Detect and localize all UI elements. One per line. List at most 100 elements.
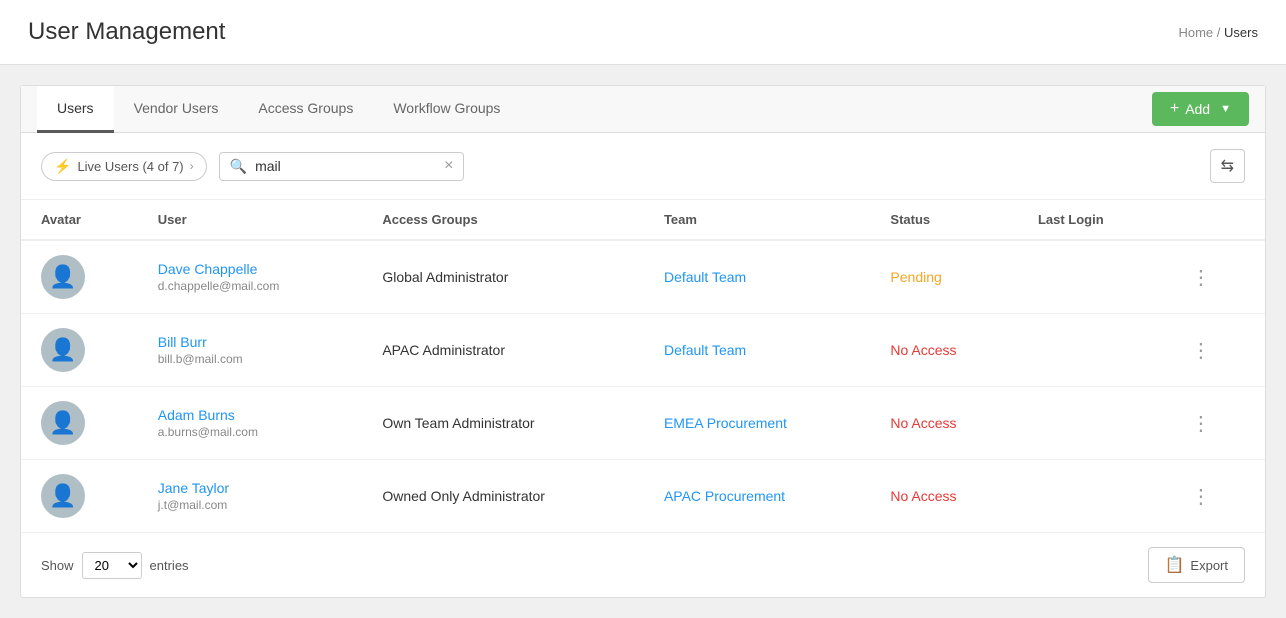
cell-access-group: APAC Administrator — [362, 314, 644, 387]
team-link[interactable]: Default Team — [664, 269, 746, 285]
clear-search-button[interactable]: × — [444, 158, 453, 174]
cell-actions: ⋮ — [1165, 240, 1265, 314]
entries-select[interactable]: 20 10 50 100 — [82, 552, 142, 579]
col-team: Team — [644, 200, 870, 240]
cell-team: APAC Procurement — [644, 460, 870, 533]
toolbar: ⚡ Live Users (4 of 7) › 🔍 × ⇆ — [21, 133, 1265, 200]
cell-status: Pending — [870, 240, 1018, 314]
col-last-login: Last Login — [1018, 200, 1165, 240]
user-avatar-icon: 👤 — [49, 410, 76, 436]
cell-last-login — [1018, 460, 1165, 533]
breadcrumb-current: Users — [1224, 25, 1258, 40]
search-icon: 🔍 — [230, 158, 247, 175]
tabs-list: Users Vendor Users Access Groups Workflo… — [37, 86, 520, 132]
user-avatar-icon: 👤 — [49, 483, 76, 509]
user-email: bill.b@mail.com — [158, 352, 343, 366]
col-avatar: Avatar — [21, 200, 138, 240]
main-content: Users Vendor Users Access Groups Workflo… — [20, 85, 1266, 598]
search-input[interactable] — [255, 158, 436, 174]
breadcrumb-home[interactable]: Home — [1178, 25, 1213, 40]
tab-vendor-users[interactable]: Vendor Users — [114, 86, 239, 133]
cell-avatar: 👤 — [21, 387, 138, 460]
avatar: 👤 — [41, 328, 85, 372]
cell-actions: ⋮ — [1165, 314, 1265, 387]
row-more-button[interactable]: ⋮ — [1185, 336, 1217, 365]
cell-team: Default Team — [644, 240, 870, 314]
cell-user: Adam Burns a.burns@mail.com — [138, 387, 363, 460]
live-users-label: Live Users (4 of 7) — [77, 159, 183, 174]
cell-avatar: 👤 — [21, 314, 138, 387]
cell-last-login — [1018, 387, 1165, 460]
tab-workflow-groups[interactable]: Workflow Groups — [373, 86, 520, 133]
tab-access-groups[interactable]: Access Groups — [238, 86, 373, 133]
cell-status: No Access — [870, 314, 1018, 387]
live-users-filter[interactable]: ⚡ Live Users (4 of 7) › — [41, 152, 207, 181]
avatar: 👤 — [41, 255, 85, 299]
row-more-button[interactable]: ⋮ — [1185, 482, 1217, 511]
table-row: 👤 Jane Taylor j.t@mail.com Owned Only Ad… — [21, 460, 1265, 533]
breadcrumb: Home / Users — [1178, 25, 1258, 40]
page-header: User Management Home / Users — [0, 0, 1286, 65]
cell-last-login — [1018, 240, 1165, 314]
user-name[interactable]: Adam Burns — [158, 407, 343, 423]
toolbar-left: ⚡ Live Users (4 of 7) › 🔍 × — [41, 152, 464, 181]
table-row: 👤 Dave Chappelle d.chappelle@mail.com Gl… — [21, 240, 1265, 314]
page-title: User Management — [28, 18, 225, 46]
user-email: d.chappelle@mail.com — [158, 279, 343, 293]
team-link[interactable]: EMEA Procurement — [664, 415, 787, 431]
export-button[interactable]: 📋 Export — [1148, 547, 1246, 583]
cell-user: Dave Chappelle d.chappelle@mail.com — [138, 240, 363, 314]
user-avatar-icon: 👤 — [49, 337, 76, 363]
col-user: User — [138, 200, 363, 240]
add-button[interactable]: + Add ▼ — [1152, 92, 1249, 126]
col-status: Status — [870, 200, 1018, 240]
cell-avatar: 👤 — [21, 240, 138, 314]
table-row: 👤 Adam Burns a.burns@mail.com Own Team A… — [21, 387, 1265, 460]
user-name[interactable]: Dave Chappelle — [158, 261, 343, 277]
cell-user: Jane Taylor j.t@mail.com — [138, 460, 363, 533]
row-more-button[interactable]: ⋮ — [1185, 409, 1217, 438]
export-file-icon: 📋 — [1165, 555, 1185, 575]
show-entries: Show 20 10 50 100 entries — [41, 552, 189, 579]
avatar: 👤 — [41, 474, 85, 518]
user-email: j.t@mail.com — [158, 498, 343, 512]
users-table: Avatar User Access Groups Team Status La… — [21, 200, 1265, 532]
status-badge: Pending — [890, 269, 941, 285]
user-name[interactable]: Bill Burr — [158, 334, 343, 350]
status-badge: No Access — [890, 342, 956, 358]
cell-user: Bill Burr bill.b@mail.com — [138, 314, 363, 387]
col-access-groups: Access Groups — [362, 200, 644, 240]
avatar: 👤 — [41, 401, 85, 445]
team-link[interactable]: APAC Procurement — [664, 488, 785, 504]
cell-access-group: Own Team Administrator — [362, 387, 644, 460]
chevron-down-icon: ▼ — [1220, 103, 1231, 115]
user-name[interactable]: Jane Taylor — [158, 480, 343, 496]
user-email: a.burns@mail.com — [158, 425, 343, 439]
cell-status: No Access — [870, 460, 1018, 533]
export-label: Export — [1190, 558, 1228, 573]
export-icon-button[interactable]: ⇆ — [1210, 149, 1245, 183]
status-badge: No Access — [890, 415, 956, 431]
cell-team: Default Team — [644, 314, 870, 387]
table-footer: Show 20 10 50 100 entries 📋 Export — [21, 532, 1265, 597]
cell-actions: ⋮ — [1165, 387, 1265, 460]
table-row: 👤 Bill Burr bill.b@mail.com APAC Adminis… — [21, 314, 1265, 387]
cell-avatar: 👤 — [21, 460, 138, 533]
col-actions — [1165, 200, 1265, 240]
bolt-icon: ⚡ — [54, 158, 71, 175]
plus-icon: + — [1170, 100, 1179, 118]
entries-label: entries — [150, 558, 189, 573]
cell-team: EMEA Procurement — [644, 387, 870, 460]
cell-status: No Access — [870, 387, 1018, 460]
tab-users[interactable]: Users — [37, 86, 114, 133]
row-more-button[interactable]: ⋮ — [1185, 263, 1217, 292]
tabs-bar: Users Vendor Users Access Groups Workflo… — [21, 86, 1265, 133]
user-avatar-icon: 👤 — [49, 264, 76, 290]
breadcrumb-separator: / — [1217, 25, 1221, 40]
team-link[interactable]: Default Team — [664, 342, 746, 358]
chevron-right-icon: › — [190, 159, 194, 173]
table-body: 👤 Dave Chappelle d.chappelle@mail.com Gl… — [21, 240, 1265, 532]
show-label: Show — [41, 558, 74, 573]
search-box: 🔍 × — [219, 152, 465, 181]
table-header: Avatar User Access Groups Team Status La… — [21, 200, 1265, 240]
